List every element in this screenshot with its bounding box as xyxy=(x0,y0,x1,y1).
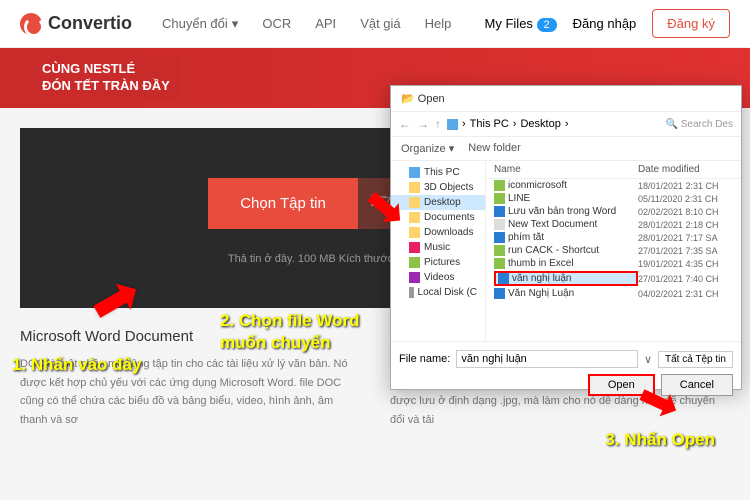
pc-icon xyxy=(447,119,458,130)
nav-pricing[interactable]: Vật giá xyxy=(360,16,400,32)
main-nav: Chuyển đổi ▾ OCR API Vật giá Help xyxy=(162,16,451,32)
sidebar-item[interactable]: Local Disk (C xyxy=(391,285,485,300)
file-icon xyxy=(494,219,505,230)
dialog-sidebar: This PC3D ObjectsDesktopDocumentsDownloa… xyxy=(391,161,486,341)
file-open-dialog: 📂 Open ← → ↑ ›This PC›Desktop› 🔍 Search … xyxy=(390,85,742,390)
nav-convert[interactable]: Chuyển đổi ▾ xyxy=(162,16,238,32)
file-row[interactable]: iconmicrosoft18/01/2021 2:31 CH xyxy=(486,179,741,192)
sidebar-item[interactable]: This PC xyxy=(391,165,485,180)
file-row[interactable]: LINE05/11/2020 2:31 CH xyxy=(486,192,741,205)
folder-icon xyxy=(409,287,414,298)
folder-icon xyxy=(409,182,420,193)
chevron-down-icon: ▾ xyxy=(232,16,239,32)
dialog-title: 📂 Open xyxy=(391,86,741,112)
brand-logo[interactable]: Convertio xyxy=(20,13,132,35)
file-row[interactable]: run CACK - Shortcut27/01/2021 7:35 SA xyxy=(486,244,741,257)
sidebar-item[interactable]: Documents xyxy=(391,210,485,225)
list-header: Name Date modified xyxy=(486,161,741,179)
folder-icon xyxy=(409,272,420,283)
signup-button[interactable]: Đăng ký xyxy=(652,9,730,38)
convertio-icon xyxy=(20,13,42,35)
dialog-footer: File name: ∨ Tất cả Tệp tin Open Cancel xyxy=(391,341,741,404)
nav-api[interactable]: API xyxy=(315,16,336,32)
filename-input[interactable] xyxy=(456,350,638,368)
file-icon xyxy=(494,245,505,256)
folder-icon xyxy=(409,257,420,268)
myfiles-badge: 2 xyxy=(537,18,557,32)
col-name[interactable]: Name xyxy=(494,164,638,175)
filetype-filter[interactable]: Tất cả Tệp tin xyxy=(658,351,733,368)
annotation-text-2: 2. Chọn file Wordmuốn chuyển xyxy=(220,310,359,354)
file-icon xyxy=(494,288,505,299)
folder-icon xyxy=(409,212,420,223)
sidebar-item[interactable]: Desktop xyxy=(391,195,485,210)
nav-help[interactable]: Help xyxy=(425,16,452,32)
folder-icon xyxy=(409,167,420,178)
search-field[interactable]: 🔍 Search Des xyxy=(666,119,733,130)
path-breadcrumb[interactable]: ›This PC›Desktop› xyxy=(447,118,660,130)
sidebar-item[interactable]: Downloads xyxy=(391,225,485,240)
sidebar-item[interactable]: Pictures xyxy=(391,255,485,270)
nav-back-icon[interactable]: ← xyxy=(399,117,411,131)
filename-label: File name: xyxy=(399,353,450,365)
newfolder-button[interactable]: New folder xyxy=(468,142,521,155)
annotation-text-1: 1. Nhấn vào đây xyxy=(12,355,141,375)
file-row[interactable]: Lưu văn bản trong Word02/02/2021 8:10 CH xyxy=(486,205,741,218)
col-date[interactable]: Date modified xyxy=(638,164,733,175)
file-row[interactable]: New Text Document28/01/2021 2:18 CH xyxy=(486,218,741,231)
file-row[interactable]: Văn Nghị Luận04/02/2021 2:31 CH xyxy=(486,287,741,300)
sidebar-item[interactable]: 3D Objects xyxy=(391,180,485,195)
annotation-text-3: 3. Nhấn Open xyxy=(605,430,715,450)
file-icon xyxy=(498,273,509,284)
nav-ocr[interactable]: OCR xyxy=(262,16,291,32)
file-icon xyxy=(494,193,505,204)
login-link[interactable]: Đăng nhập xyxy=(573,16,637,31)
open-button[interactable]: Open xyxy=(588,374,655,396)
app-header: Convertio Chuyển đổi ▾ OCR API Vật giá H… xyxy=(0,0,750,48)
file-icon xyxy=(494,258,505,269)
file-icon xyxy=(494,206,505,217)
sidebar-item[interactable]: Videos xyxy=(391,270,485,285)
choose-file-button[interactable]: Chọn Tập tin xyxy=(208,178,358,229)
myfiles-link[interactable]: My Files 2 xyxy=(485,16,557,31)
folder-icon xyxy=(409,242,420,253)
file-row[interactable]: phím tắt28/01/2021 7:17 SA xyxy=(486,231,741,244)
file-row[interactable]: văn nghị luận27/01/2021 7:40 CH xyxy=(486,270,741,287)
cancel-button[interactable]: Cancel xyxy=(661,374,733,396)
dialog-navbar: ← → ↑ ›This PC›Desktop› 🔍 Search Des xyxy=(391,112,741,137)
banner-text: CÙNG NESTLÉĐÓN TẾT TRÀN ĐẦY xyxy=(30,57,182,99)
sidebar-item[interactable]: Music xyxy=(391,240,485,255)
organize-menu[interactable]: Organize ▾ xyxy=(401,142,454,155)
file-row[interactable]: thumb in Excel19/01/2021 4:35 CH xyxy=(486,257,741,270)
file-list: Name Date modified iconmicrosoft18/01/20… xyxy=(486,161,741,341)
nav-up-icon[interactable]: ↑ xyxy=(435,117,441,131)
nav-fwd-icon[interactable]: → xyxy=(417,117,429,131)
folder-icon xyxy=(409,197,420,208)
header-right: My Files 2 Đăng nhập Đăng ký xyxy=(485,9,730,38)
file-icon xyxy=(494,232,505,243)
folder-icon xyxy=(409,227,420,238)
dialog-toolbar: Organize ▾ New folder xyxy=(391,137,741,161)
dialog-body: This PC3D ObjectsDesktopDocumentsDownloa… xyxy=(391,161,741,341)
file-icon xyxy=(494,180,505,191)
brand-name: Convertio xyxy=(48,13,132,34)
